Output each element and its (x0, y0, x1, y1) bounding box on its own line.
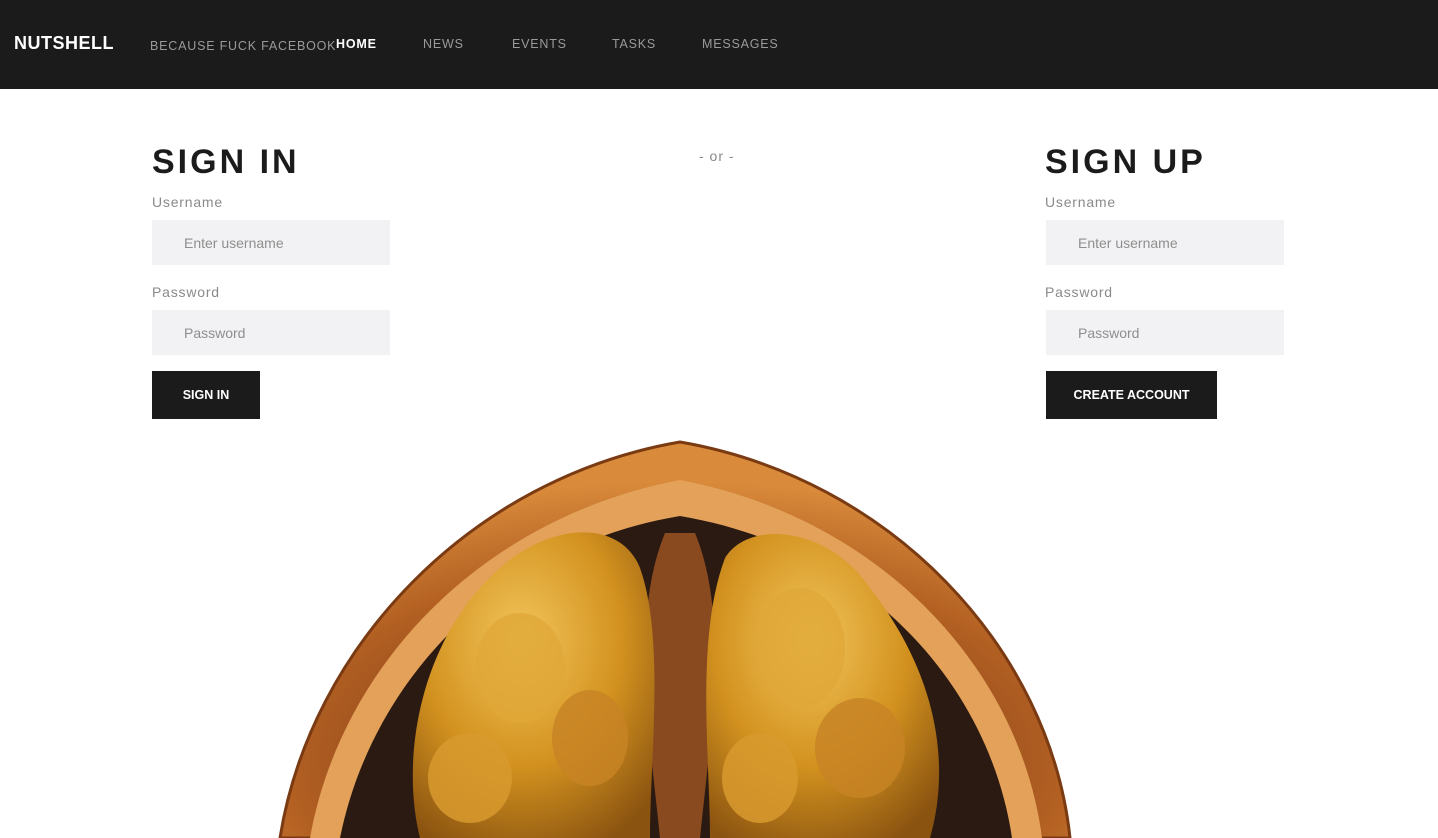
signin-button[interactable]: SIGN IN (152, 371, 260, 419)
walnut-image (270, 438, 1080, 838)
nav-link-tasks[interactable]: TASKS (612, 37, 656, 51)
nav-link-home[interactable]: HOME (336, 37, 377, 51)
signin-password-input[interactable] (152, 310, 390, 355)
signin-username-input[interactable] (152, 220, 390, 265)
signup-password-label: Password (1045, 284, 1113, 300)
nav-link-messages[interactable]: MESSAGES (702, 37, 779, 51)
create-account-button[interactable]: CREATE ACCOUNT (1046, 371, 1217, 419)
signin-password-label: Password (152, 284, 220, 300)
brand-logo[interactable]: NUTSHELL (14, 33, 114, 54)
signup-username-label: Username (1045, 194, 1116, 210)
brand-tagline: BECAUSE FUCK FACEBOOK (150, 39, 337, 53)
top-navbar: NUTSHELL BECAUSE FUCK FACEBOOK HOME NEWS… (0, 0, 1438, 89)
or-separator: - or - (699, 148, 735, 164)
signup-title: SIGN UP (1045, 143, 1206, 181)
signup-password-input[interactable] (1046, 310, 1284, 355)
signin-title: SIGN IN (152, 143, 300, 181)
nav-link-events[interactable]: EVENTS (512, 37, 567, 51)
signin-username-label: Username (152, 194, 223, 210)
signup-username-input[interactable] (1046, 220, 1284, 265)
nav-link-news[interactable]: NEWS (423, 37, 464, 51)
walnut-illustration (278, 440, 1072, 838)
